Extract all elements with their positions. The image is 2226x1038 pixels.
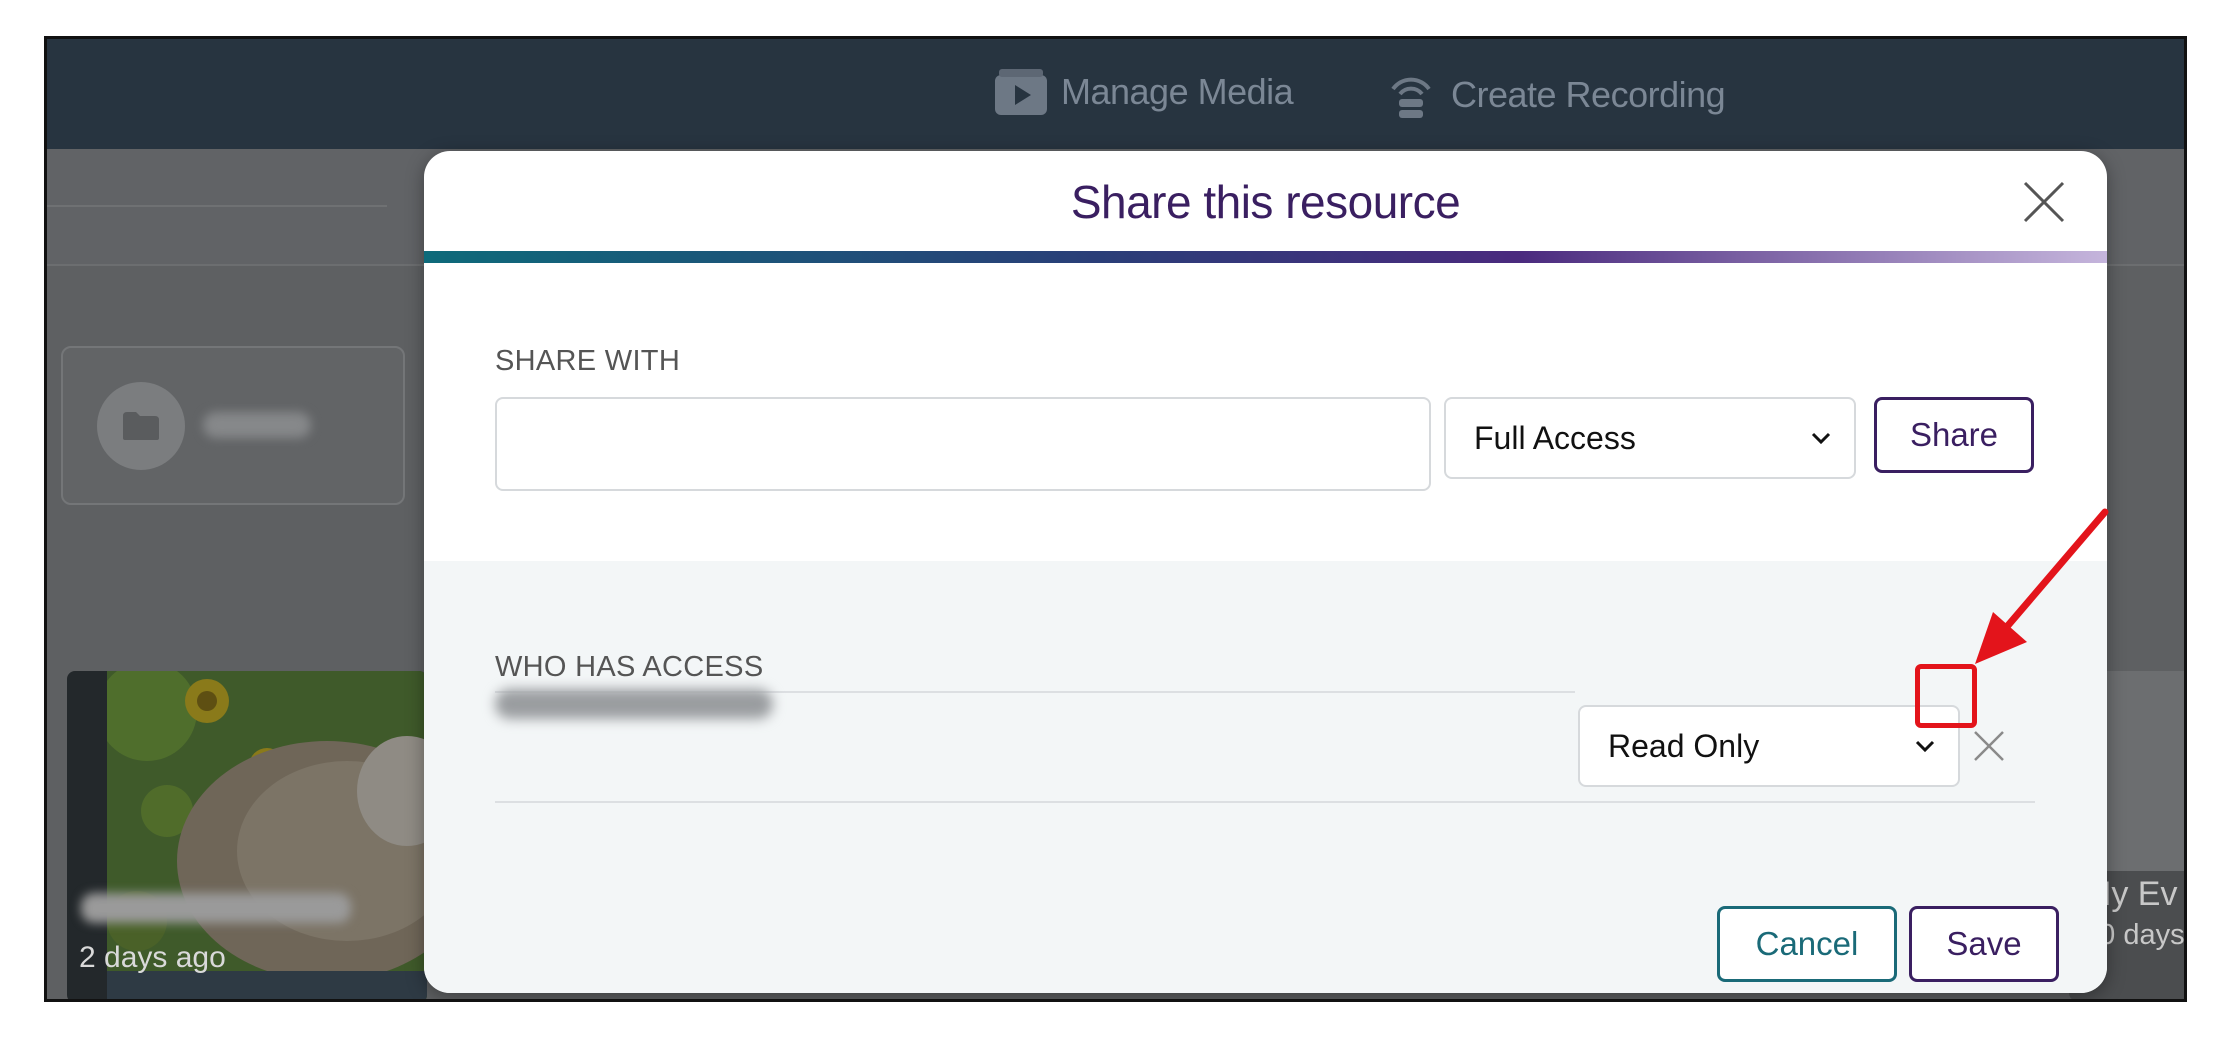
broadcast-icon	[1383, 67, 1439, 123]
nav-manage-media[interactable]: Manage Media	[993, 67, 1294, 117]
header-accent-bar	[424, 251, 2107, 263]
media-play-icon	[993, 67, 1049, 117]
access-level-value: Read Only	[1608, 727, 1760, 764]
cancel-button[interactable]: Cancel	[1717, 906, 1897, 982]
screenshot-frame: Manage Media Create Recording 2 days ago…	[44, 36, 2187, 1002]
nav-create-recording[interactable]: Create Recording	[1383, 67, 1726, 123]
share-with-input[interactable]	[495, 397, 1431, 491]
share-button[interactable]: Share	[1874, 397, 2034, 473]
save-button[interactable]: Save	[1909, 906, 2059, 982]
close-icon[interactable]	[2019, 177, 2069, 227]
folder-card[interactable]	[61, 346, 405, 505]
thumbnail-title-redacted	[81, 893, 351, 923]
app-header: Manage Media Create Recording	[47, 39, 2184, 149]
chevron-down-icon	[1915, 740, 1935, 753]
nav-create-recording-label: Create Recording	[1451, 74, 1726, 115]
access-level-select[interactable]: Read Only	[1578, 705, 1960, 787]
dialog-title: Share this resource	[1070, 176, 1461, 228]
thumbnail-age: 2 days ago	[79, 941, 226, 974]
share-access-level-value: Full Access	[1474, 419, 1636, 456]
close-icon	[1974, 731, 2004, 761]
who-has-access-section: WHO HAS ACCESS Read Only Cancel Save	[424, 561, 2107, 993]
folder-name-redacted	[203, 412, 311, 438]
share-with-label: SHARE WITH	[495, 345, 681, 377]
user-name-redacted	[495, 689, 773, 719]
who-has-access-label: WHO HAS ACCESS	[495, 651, 764, 683]
remove-access-button[interactable]	[1964, 721, 2014, 771]
chevron-down-icon	[1811, 432, 1831, 445]
media-thumbnail[interactable]: 2 days ago	[67, 671, 427, 999]
share-access-level-select[interactable]: Full Access	[1444, 397, 1856, 479]
nav-manage-media-label: Manage Media	[1061, 71, 1294, 112]
folder-icon	[97, 382, 185, 470]
share-dialog: Share this resource SHARE WITH Full Acce…	[424, 151, 2107, 993]
